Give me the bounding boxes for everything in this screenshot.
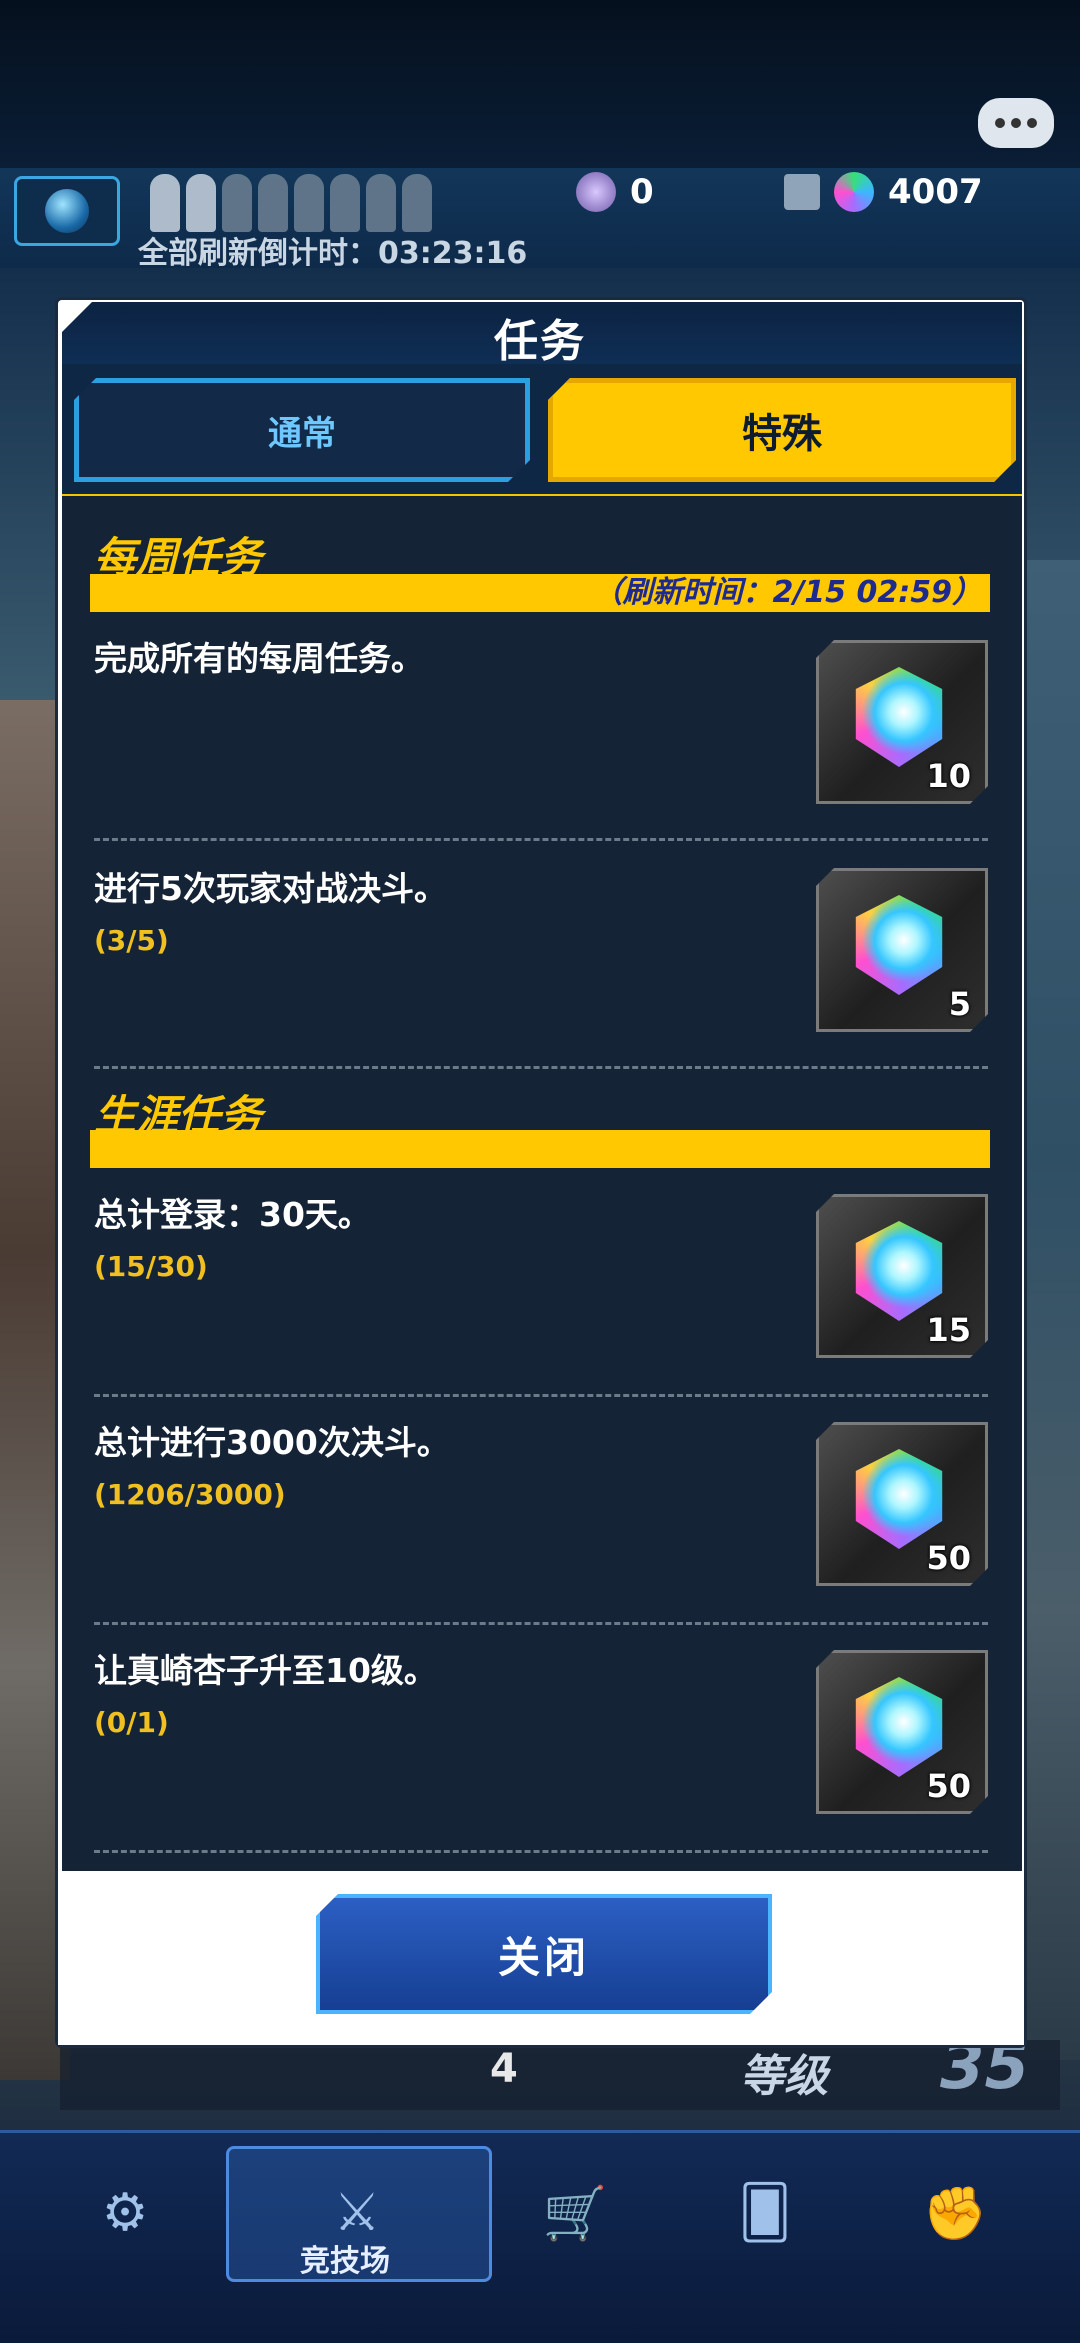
weekly-refresh-time: （刷新时间：2/15 02:59）	[592, 575, 982, 610]
gem-icon	[851, 895, 947, 995]
section-bar-career	[90, 1130, 990, 1168]
player-slot-icon	[330, 174, 360, 232]
tab-special[interactable]: 特殊	[548, 378, 1016, 482]
player-slot-icon	[258, 174, 288, 232]
divider	[94, 1850, 988, 1853]
player-slot-icon	[222, 174, 252, 232]
background-number: 4	[490, 2046, 518, 2092]
dialog-title: 任务	[494, 316, 586, 367]
background-strip	[60, 2040, 1060, 2110]
reward-slot[interactable]: 5	[816, 868, 988, 1032]
nav-character-icon[interactable]: ⚙	[50, 2148, 200, 2278]
currency-a-value: 0	[630, 172, 654, 212]
reward-count: 10	[926, 757, 971, 795]
reward-slot[interactable]: 50	[816, 1650, 988, 1814]
nav-cards-icon[interactable]: 🂠	[690, 2148, 840, 2278]
player-slot-icon	[402, 174, 432, 232]
ticket-icon	[576, 172, 616, 212]
nav-shop-cart-icon[interactable]: 🛒	[500, 2148, 650, 2278]
gem-icon	[851, 1449, 947, 1549]
currency-a: 0	[576, 172, 654, 212]
reward-count: 5	[948, 985, 971, 1023]
currency-b[interactable]: 4007	[784, 172, 983, 212]
street-scene-right	[1020, 560, 1080, 2060]
top-bar	[0, 0, 1080, 172]
reward-slot[interactable]: 10	[816, 640, 988, 804]
divider	[94, 838, 988, 841]
divider	[94, 1394, 988, 1397]
reward-slot[interactable]: 50	[816, 1422, 988, 1586]
gem-icon	[851, 1221, 947, 1321]
player-slot-icon	[366, 174, 396, 232]
refresh-countdown: 全部刷新倒计时：03:23:16	[138, 236, 528, 271]
player-slots	[150, 174, 432, 232]
plus-icon[interactable]	[784, 174, 820, 210]
reward-count: 50	[926, 1767, 971, 1805]
nav-guild-icon[interactable]: ✊	[880, 2148, 1030, 2278]
player-slot-icon	[186, 174, 216, 232]
globe-icon[interactable]	[14, 176, 120, 246]
section-bar-weekly: （刷新时间：2/15 02:59）	[90, 574, 990, 612]
gem-icon	[851, 667, 947, 767]
tab-normal[interactable]: 通常	[74, 378, 530, 482]
reward-count: 50	[926, 1539, 971, 1577]
nav-arena-label: 竞技场	[300, 2244, 390, 2279]
player-slot-icon	[150, 174, 180, 232]
divider	[94, 1066, 988, 1069]
currency-b-value: 4007	[888, 172, 983, 212]
gem-icon	[851, 1677, 947, 1777]
reward-count: 15	[926, 1311, 971, 1349]
chat-bubble-icon[interactable]	[978, 98, 1054, 148]
close-button[interactable]: 关闭	[316, 1894, 772, 2014]
level-label: 等级	[740, 2051, 828, 2102]
gem-icon	[834, 172, 874, 212]
reward-slot[interactable]: 15	[816, 1194, 988, 1358]
player-slot-icon	[294, 174, 324, 232]
divider	[94, 1622, 988, 1625]
